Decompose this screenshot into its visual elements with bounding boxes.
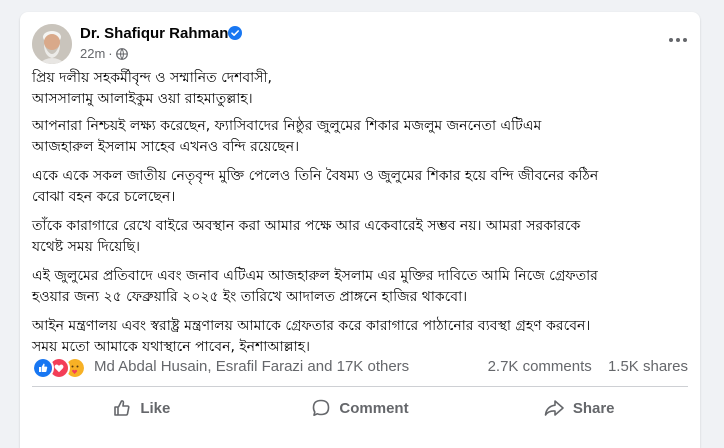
reactions-row: Md Abdal Husain, Esrafil Farazi and 17K … (32, 356, 688, 379)
avatar-image (32, 24, 72, 64)
post-line: যথেষ্ট সময় দিয়েছি। (32, 239, 141, 255)
post-paragraph: প্রিয় দলীয় সহকর্মীবৃন্দ ও সম্মানিত দেশ… (32, 68, 692, 110)
comment-label: Comment (339, 399, 409, 417)
post-line: আপনারা নিশ্চয়ই লক্ষ্য করেছেন, ফ্যাসিবাদ… (32, 118, 542, 134)
engagement-counts: 2.7K comments 1.5K shares (488, 358, 688, 375)
post-header: Dr. Shafiqur Rahman 22m · (32, 24, 672, 66)
reaction-summary[interactable]: Md Abdal Husain, Esrafil Farazi and 17K … (94, 358, 409, 375)
post-paragraph: একে একে সকল জাতীয় নেতৃবৃন্দ মুক্তি পেলে… (32, 166, 692, 208)
post-line: সময় মতো আমাকে যথাস্থানে পাবেন, ইনশাআল্ল… (32, 339, 311, 355)
reaction-icons[interactable] (32, 357, 88, 379)
post-timestamp[interactable]: 22m (80, 46, 105, 61)
share-icon (544, 400, 564, 416)
post-paragraph: তাঁকে কারাগারে রেখে বাইরে অবস্থান করা আম… (32, 216, 692, 258)
post-line: আইন মন্ত্রণালয় এবং স্বরাষ্ট্র মন্ত্রণাল… (32, 318, 591, 334)
post-actions: Like Comment Share (32, 390, 688, 426)
thumbs-up-icon (114, 400, 130, 416)
like-button[interactable]: Like (32, 390, 251, 426)
post-line: বোঝা বহন করে চলেছেন। (32, 189, 176, 205)
post-line: আসসালামু আলাইকুম ওয়া রাহমাতুল্লাহ। (32, 91, 253, 107)
post-body: প্রিয় দলীয় সহকর্মীবৃন্দ ও সম্মানিত দেশ… (32, 68, 692, 366)
post-line: একে একে সকল জাতীয় নেতৃবৃন্দ মুক্তি পেলে… (32, 168, 599, 184)
more-options-icon[interactable] (668, 30, 688, 50)
verified-badge-icon (228, 26, 242, 40)
post-line: হওয়ার জন্য ২৫ ফেব্রুয়ারি ২০২৫ ইং তারিখ… (32, 289, 468, 305)
actions-divider (32, 386, 688, 387)
meta-separator: · (108, 46, 113, 61)
post-line: প্রিয় দলীয় সহকর্মীবৃন্দ ও সম্মানিত দেশ… (32, 70, 272, 86)
post-paragraph: আইন মন্ত্রণালয় এবং স্বরাষ্ট্র মন্ত্রণাল… (32, 316, 692, 358)
comment-button[interactable]: Comment (251, 390, 470, 426)
share-label: Share (572, 399, 615, 417)
post-line: আজহারুল ইসলাম সাহেব এখনও বন্দি রয়েছেন। (32, 139, 300, 155)
author-avatar[interactable] (32, 24, 72, 64)
post-line: এই জুলুমের প্রতিবাদে এবং জনাব এটিএম আজহা… (32, 268, 598, 284)
like-reaction-icon (32, 357, 54, 379)
post-paragraph: আপনারা নিশ্চয়ই লক্ষ্য করেছেন, ফ্যাসিবাদ… (32, 116, 692, 158)
post-meta: 22m · (80, 46, 128, 61)
post-paragraph: এই জুলুমের প্রতিবাদে এবং জনাব এটিএম আজহা… (32, 266, 692, 308)
like-label: Like (140, 399, 171, 417)
comments-count[interactable]: 2.7K comments (488, 358, 592, 375)
post-card: Dr. Shafiqur Rahman 22m · প্রিয় দলীয় সহ… (20, 12, 700, 448)
post-line: তাঁকে কারাগারে রেখে বাইরে অবস্থান করা আম… (32, 218, 581, 234)
comment-icon (313, 399, 330, 416)
author-name[interactable]: Dr. Shafiqur Rahman (80, 25, 228, 42)
share-button[interactable]: Share (469, 390, 688, 426)
shares-count[interactable]: 1.5K shares (608, 358, 688, 375)
globe-icon[interactable] (115, 48, 128, 60)
